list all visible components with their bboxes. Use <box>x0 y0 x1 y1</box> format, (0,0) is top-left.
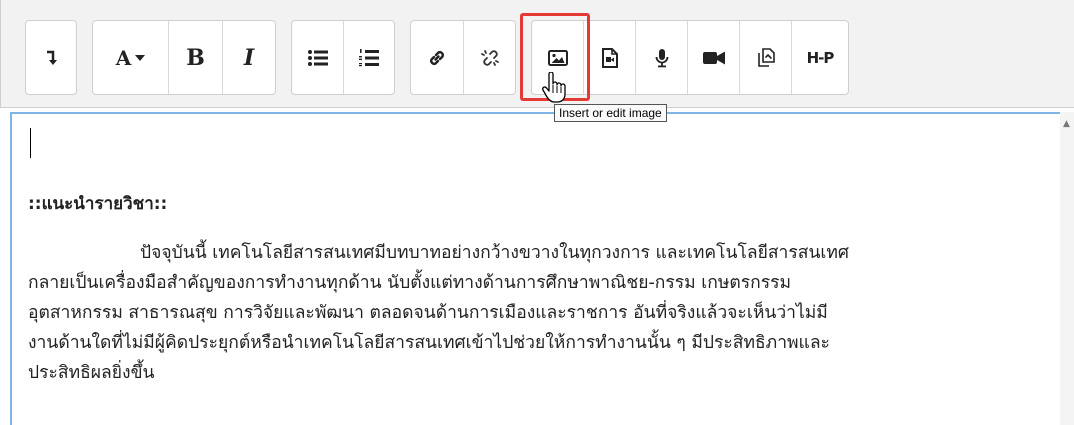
italic-label: I <box>243 44 255 71</box>
manage-files-icon <box>757 47 775 67</box>
link-icon <box>430 50 444 65</box>
font-style-label: A <box>116 46 146 70</box>
paragraph-line: ประสิทธิผลยิ่งขึ้น <box>28 363 155 383</box>
paragraph-line: งานด้านใดที่ไม่มีผู้คิดประยุกต์หรือนำเทค… <box>28 333 830 353</box>
course-intro-paragraph: ปัจจุบันนี้ เทคโนโลยีสารสนเทศมีบทบาทอย่า… <box>28 238 1053 388</box>
bold-label: B <box>186 44 205 71</box>
ordered-list-button[interactable] <box>344 21 394 94</box>
ordered-list-icon <box>359 48 379 66</box>
course-intro-heading: ::แนะนำรายวิชา:: <box>28 194 168 214</box>
text-caret <box>30 128 31 158</box>
paragraph-line: กลายเป็นเครื่องมือสำคัญของการทำงานทุกด้า… <box>28 273 792 293</box>
hand-pointer-cursor-icon <box>542 72 566 103</box>
record-video-button[interactable] <box>688 21 740 94</box>
vertical-scrollbar[interactable]: ▲ <box>1060 112 1074 425</box>
scroll-up-arrow-icon[interactable]: ▲ <box>1063 119 1070 129</box>
media-file-icon <box>601 47 618 68</box>
toolbar-group-collapse <box>25 20 77 95</box>
italic-button[interactable]: I <box>223 21 275 94</box>
toolbar-group-lists <box>291 20 395 95</box>
record-audio-button[interactable] <box>636 21 688 94</box>
paragraph-line: อุตสาหกรรม สาธารณสุข การวิจัยและพัฒนา ตล… <box>28 303 828 323</box>
editor-toolbar: A B I H-P <box>0 0 1074 108</box>
unordered-list-icon <box>307 49 328 66</box>
image-button-tooltip: Insert or edit image <box>554 104 667 122</box>
unlink-icon <box>480 49 499 66</box>
toolbar-group-formatting: A B I <box>92 20 276 95</box>
microphone-icon <box>655 48 668 67</box>
unordered-list-button[interactable] <box>292 21 344 94</box>
paragraph-styles-button[interactable]: A <box>93 21 169 94</box>
insert-h5p-button[interactable]: H-P <box>792 21 848 94</box>
collapse-toolbar-button[interactable] <box>26 21 76 94</box>
paragraph-line: ปัจจุบันนี้ เทคโนโลยีสารสนเทศมีบทบาทอย่า… <box>140 243 850 263</box>
unlink-button[interactable] <box>464 21 515 94</box>
video-camera-icon <box>702 51 725 64</box>
editor-content-area[interactable]: ::แนะนำรายวิชา:: ปัจจุบันนี้ เทคโนโลยีสา… <box>10 112 1060 425</box>
manage-files-button[interactable] <box>740 21 792 94</box>
insert-media-button[interactable] <box>584 21 636 94</box>
collapse-toggle-icon <box>47 50 57 65</box>
h5p-label: H-P <box>806 48 835 67</box>
link-button[interactable] <box>411 21 464 94</box>
caret-down-icon <box>135 54 146 61</box>
text-editor: A B I H-P::แนะนำรายวิชา:: ปัจจุบันนี้ เ… <box>0 0 1074 425</box>
toolbar-group-links <box>410 20 516 95</box>
bold-button[interactable]: B <box>169 21 223 94</box>
